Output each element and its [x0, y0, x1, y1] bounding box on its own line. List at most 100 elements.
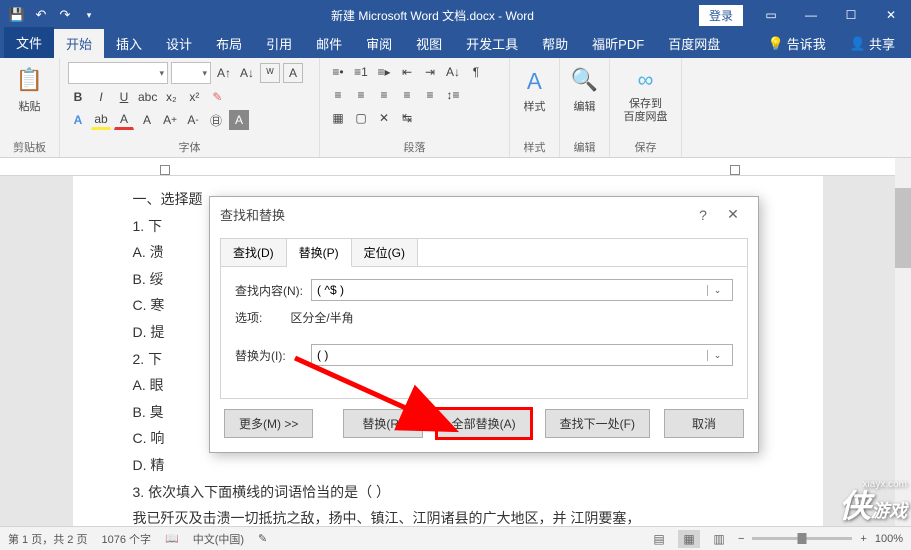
- align-left-icon[interactable]: ≡: [328, 85, 348, 105]
- tab-help[interactable]: 帮助: [530, 29, 580, 58]
- align-right-icon[interactable]: ≡: [374, 85, 394, 105]
- replace-all-button[interactable]: 全部替换(A): [437, 409, 531, 438]
- underline-icon[interactable]: U: [114, 87, 134, 107]
- shrink-font-icon[interactable]: A-: [183, 110, 203, 130]
- bold-icon[interactable]: B: [68, 87, 88, 107]
- save-to-baidu-button[interactable]: ∞ 保存到 百度网盘: [618, 62, 673, 126]
- phonetic-icon[interactable]: ᵂ: [260, 63, 280, 83]
- vertical-scrollbar[interactable]: [895, 158, 911, 526]
- replace-input[interactable]: ( ) ⌄: [311, 344, 733, 366]
- dialog-help-icon[interactable]: ?: [688, 207, 718, 223]
- view-web-icon[interactable]: ▥: [708, 530, 730, 548]
- number-list-icon[interactable]: ≡1: [351, 62, 371, 82]
- font-color-icon[interactable]: A: [114, 110, 134, 130]
- dialog-close-icon[interactable]: ✕: [718, 206, 748, 223]
- line-spacing-icon[interactable]: ↕≡: [443, 85, 463, 105]
- save-icon[interactable]: 💾: [6, 4, 28, 26]
- multilevel-icon[interactable]: ≡▸: [374, 62, 394, 82]
- font-family-combo[interactable]: [68, 62, 168, 84]
- outdent-icon[interactable]: ⇤: [397, 62, 417, 82]
- text-effects-icon[interactable]: A: [68, 110, 88, 130]
- minimize-icon[interactable]: —: [791, 0, 831, 30]
- tab-icon[interactable]: ↹: [397, 108, 417, 128]
- align-center-icon[interactable]: ≡: [351, 85, 371, 105]
- tab-view[interactable]: 视图: [404, 29, 454, 58]
- horizontal-ruler[interactable]: [0, 158, 895, 176]
- zoom-slider[interactable]: [752, 537, 852, 540]
- highlight-icon[interactable]: ab: [91, 110, 111, 130]
- indent-icon[interactable]: ⇥: [420, 62, 440, 82]
- scroll-thumb[interactable]: [895, 188, 911, 268]
- char-shading-icon[interactable]: A: [137, 110, 157, 130]
- snap-icon[interactable]: ✕: [374, 108, 394, 128]
- tab-goto[interactable]: 定位(G): [352, 239, 418, 266]
- superscript-icon[interactable]: x²: [184, 87, 204, 107]
- tab-file[interactable]: 文件: [4, 27, 54, 58]
- ribbon: 📋 粘贴 剪贴板 A↑ A↓ ᵂ A B I U abc x₂ x² ✎: [0, 58, 911, 158]
- view-print-icon[interactable]: ▦: [678, 530, 700, 548]
- strike-icon[interactable]: abc: [137, 87, 158, 107]
- view-read-icon[interactable]: ▤: [648, 530, 670, 548]
- dropdown-icon[interactable]: ⌄: [707, 350, 727, 361]
- share-button[interactable]: 👤共享: [838, 29, 907, 58]
- tab-find[interactable]: 查找(D): [221, 239, 287, 266]
- status-page[interactable]: 第 1 页，共 2 页: [8, 531, 87, 547]
- tab-replace[interactable]: 替换(P): [287, 239, 352, 267]
- login-button[interactable]: 登录: [699, 5, 743, 26]
- find-next-button[interactable]: 查找下一处(F): [545, 409, 650, 438]
- editing-button[interactable]: 🔍 编辑: [568, 62, 601, 116]
- status-bar: 第 1 页，共 2 页 1076 个字 📖 中文(中国) ✎ ▤ ▦ ▥ − +…: [0, 526, 911, 550]
- char-border-icon[interactable]: A: [283, 63, 303, 83]
- styles-button[interactable]: Ａ 样式: [518, 62, 551, 116]
- zoom-in-icon[interactable]: +: [860, 533, 866, 545]
- tab-layout[interactable]: 布局: [204, 29, 254, 58]
- maximize-icon[interactable]: ☐: [831, 0, 871, 30]
- ruler-indent-right[interactable]: [730, 165, 740, 175]
- tab-design[interactable]: 设计: [154, 29, 204, 58]
- dropdown-icon[interactable]: ⌄: [707, 285, 727, 296]
- ribbon-options-icon[interactable]: ▭: [751, 0, 791, 30]
- tab-home[interactable]: 开始: [54, 29, 104, 58]
- increase-font-icon[interactable]: A↑: [214, 63, 234, 83]
- bullet-list-icon[interactable]: ≡•: [328, 62, 348, 82]
- tab-mail[interactable]: 邮件: [304, 29, 354, 58]
- redo-icon[interactable]: ↷: [54, 4, 76, 26]
- grow-font-icon[interactable]: A+: [160, 110, 180, 130]
- status-language[interactable]: 中文(中国): [193, 531, 244, 547]
- tab-review[interactable]: 审阅: [354, 29, 404, 58]
- find-input[interactable]: ( ^$ ) ⌄: [311, 279, 733, 301]
- dialog-titlebar[interactable]: 查找和替换 ? ✕: [210, 197, 758, 232]
- show-marks-icon[interactable]: ¶: [466, 62, 486, 82]
- status-words[interactable]: 1076 个字: [101, 531, 151, 547]
- borders-icon[interactable]: ▢: [351, 108, 371, 128]
- qat-dropdown-icon[interactable]: ▾: [78, 4, 100, 26]
- decrease-font-icon[interactable]: A↓: [237, 63, 257, 83]
- close-icon[interactable]: ✕: [871, 0, 911, 30]
- tab-foxit[interactable]: 福昕PDF: [580, 29, 656, 58]
- status-spellcheck-icon[interactable]: 📖: [165, 532, 179, 545]
- more-button[interactable]: 更多(M) >>: [224, 409, 313, 438]
- zoom-level[interactable]: 100%: [875, 533, 903, 545]
- zoom-out-icon[interactable]: −: [738, 533, 744, 545]
- char-scaling-icon[interactable]: A: [229, 110, 249, 130]
- replace-button[interactable]: 替换(R): [343, 409, 423, 438]
- shading-icon[interactable]: ▦: [328, 108, 348, 128]
- sort-icon[interactable]: A↓: [443, 62, 463, 82]
- justify-icon[interactable]: ≡: [397, 85, 417, 105]
- subscript-icon[interactable]: x₂: [161, 87, 181, 107]
- tell-me-button[interactable]: 💡告诉我: [756, 29, 838, 58]
- ruler-indent-left[interactable]: [160, 165, 170, 175]
- tab-insert[interactable]: 插入: [104, 29, 154, 58]
- paste-button[interactable]: 📋 粘贴: [8, 62, 51, 116]
- cancel-button[interactable]: 取消: [664, 409, 744, 438]
- tab-references[interactable]: 引用: [254, 29, 304, 58]
- status-insert-icon[interactable]: ✎: [258, 532, 267, 545]
- enclose-icon[interactable]: ㊐: [206, 110, 226, 130]
- distributed-icon[interactable]: ≡: [420, 85, 440, 105]
- italic-icon[interactable]: I: [91, 87, 111, 107]
- undo-icon[interactable]: ↶: [30, 4, 52, 26]
- clear-format-icon[interactable]: ✎: [207, 87, 227, 107]
- tab-dev[interactable]: 开发工具: [454, 29, 530, 58]
- font-size-combo[interactable]: [171, 62, 211, 84]
- tab-baidu[interactable]: 百度网盘: [656, 29, 732, 58]
